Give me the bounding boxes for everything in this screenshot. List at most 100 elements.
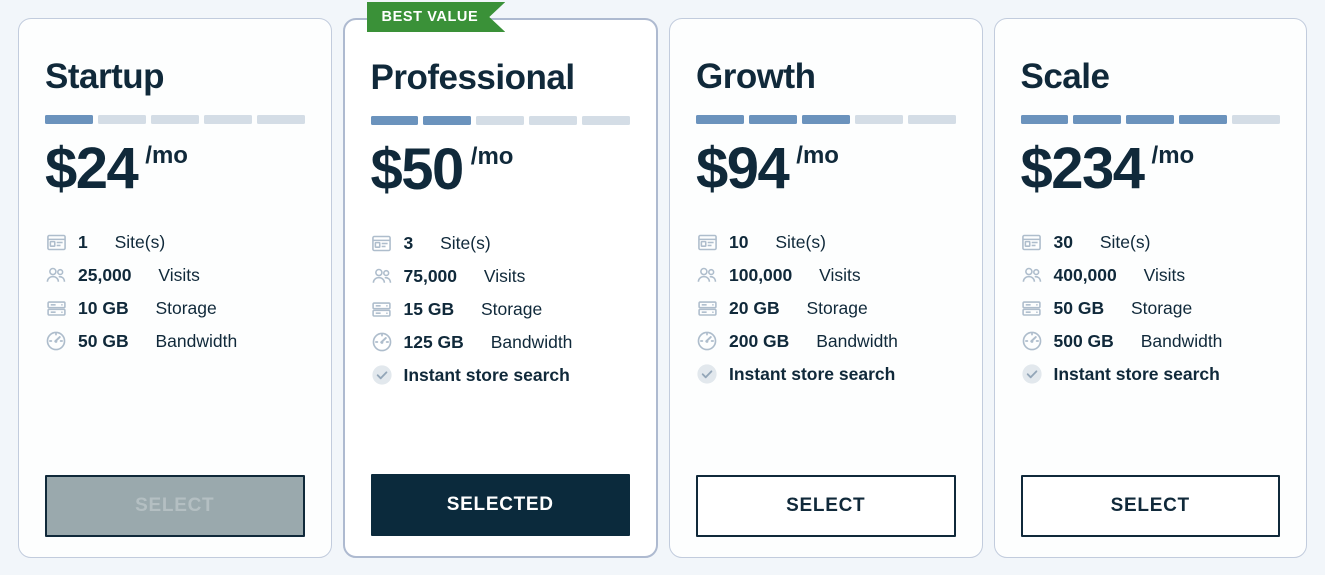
feature-item: 10 GB Storage [45,297,305,319]
plan-price: $24/mo [45,136,305,203]
feature-label: Storage [480,298,543,319]
plan-title: Professional [370,58,576,97]
plan-feature-list: 30 Site(s) 400,000 Visits 50 GB Storage 500… [1021,231,1281,463]
speedometer-icon [1021,330,1043,352]
plan-title: Startup [45,57,164,96]
price-period: /mo [470,143,514,170]
plan-card-scale[interactable]: Scale $234/mo 30 Site(s) 400,000 Visits 50 G… [993,18,1307,558]
feature-item: 400,000 Visits [1021,264,1281,286]
price-amount: $94 [696,136,790,201]
feature-label: Site(s) [440,232,491,253]
server-storage-icon [1021,297,1043,319]
tier-segment [370,116,419,125]
plan-feature-list: 1 Site(s) 25,000 Visits 10 GB Storage 50 GB… [45,231,305,463]
feature-item: Instant store search [1021,363,1281,385]
price-amount: $234 [1020,136,1146,201]
feature-item: 30 Site(s) [1021,231,1281,253]
users-group-icon [1021,264,1043,286]
tier-segment [529,116,578,125]
feature-label: Storage [806,297,868,318]
feature-item: 3 Site(s) [371,232,631,254]
feature-item: 500 GB Bandwidth [1021,330,1281,352]
best-value-ribbon: BEST VALUE [367,2,506,32]
server-storage-icon [371,298,393,320]
tier-segment [1179,115,1228,124]
feature-item: 50 GB Bandwidth [45,330,305,352]
feature-value: 400,000 [1053,264,1117,285]
tier-segment [423,116,472,125]
plan-tier-indicator [696,115,956,124]
feature-value: 10 [729,231,749,252]
feature-item: 50 GB Storage [1021,297,1281,319]
check-circle-icon [371,364,393,386]
feature-label: Instant store search [1053,363,1220,384]
tier-segment [582,116,631,125]
plan-select-button[interactable]: SELECTED [370,474,630,536]
feature-value: 20 GB [729,297,780,318]
price-period: /mo [1151,142,1195,169]
feature-value: 75,000 [403,265,458,286]
feature-item: 10 Site(s) [696,231,956,253]
feature-item: 1 Site(s) [45,231,305,253]
feature-label: Site(s) [114,231,166,252]
tier-segment [907,115,956,124]
users-group-icon [371,265,393,287]
users-group-icon [696,264,718,286]
feature-label: Bandwidth [816,330,898,351]
tier-segment [854,115,903,124]
plan-price: $94/mo [696,136,956,203]
feature-item: 200 GB Bandwidth [696,330,956,352]
plan-tier-indicator [45,115,305,124]
feature-value: 10 GB [78,297,129,318]
feature-value: 50 GB [1053,297,1105,318]
price-period: /mo [145,142,188,169]
feature-item: 75,000 Visits [371,265,631,287]
tier-segment [1126,115,1175,124]
feature-value: 25,000 [78,264,132,285]
plan-card-growth[interactable]: Growth $94/mo 10 Site(s) 100,000 Visits 20 G… [669,18,983,558]
feature-value: 30 [1053,231,1073,252]
feature-value: 15 GB [403,298,455,319]
speedometer-icon [696,330,718,352]
feature-label: Bandwidth [155,330,238,351]
tier-segment [1020,115,1069,124]
feature-label: Site(s) [775,231,826,252]
feature-label: Visits [1143,264,1186,285]
plan-card-professional[interactable]: BEST VALUE Professional $50/mo 3 Site(s) 75,… [342,18,658,558]
plan-price: $234/mo [1020,136,1281,203]
feature-label: Visits [483,265,526,286]
price-period: /mo [796,142,839,169]
browser-window-icon [45,231,67,253]
tier-segment [97,115,146,124]
feature-label: Storage [155,297,217,318]
tier-segment [256,115,305,124]
feature-label: Storage [1130,297,1193,318]
plan-select-button[interactable]: SELECT [696,475,956,537]
feature-label: Visits [819,264,861,285]
tier-segment [696,115,744,124]
feature-item: Instant store search [696,363,956,385]
speedometer-icon [371,331,393,353]
plan-card-startup[interactable]: Startup $24/mo 1 Site(s) 25,000 Visits 10 GB… [18,18,332,558]
tier-segment [801,115,850,124]
feature-value: 3 [403,232,414,253]
tier-segment [476,116,525,125]
plan-tier-indicator [370,116,631,125]
feature-item: 125 GB Bandwidth [371,331,631,353]
plan-title: Scale [1020,57,1110,96]
feature-item: 25,000 Visits [45,264,305,286]
users-group-icon [45,264,67,286]
plan-select-button[interactable]: SELECT [45,475,305,537]
plan-select-button[interactable]: SELECT [1020,475,1280,537]
feature-label: Instant store search [403,364,570,385]
feature-value: 100,000 [729,264,793,285]
feature-item: 100,000 Visits [696,264,956,286]
tier-segment [203,115,252,124]
browser-window-icon [696,231,718,253]
feature-label: Visits [158,264,200,285]
plan-feature-list: 10 Site(s) 100,000 Visits 20 GB Storage 200… [696,231,956,463]
feature-label: Bandwidth [1140,330,1223,351]
feature-label: Bandwidth [490,331,573,352]
price-amount: $24 [45,136,139,201]
browser-window-icon [1021,231,1043,253]
